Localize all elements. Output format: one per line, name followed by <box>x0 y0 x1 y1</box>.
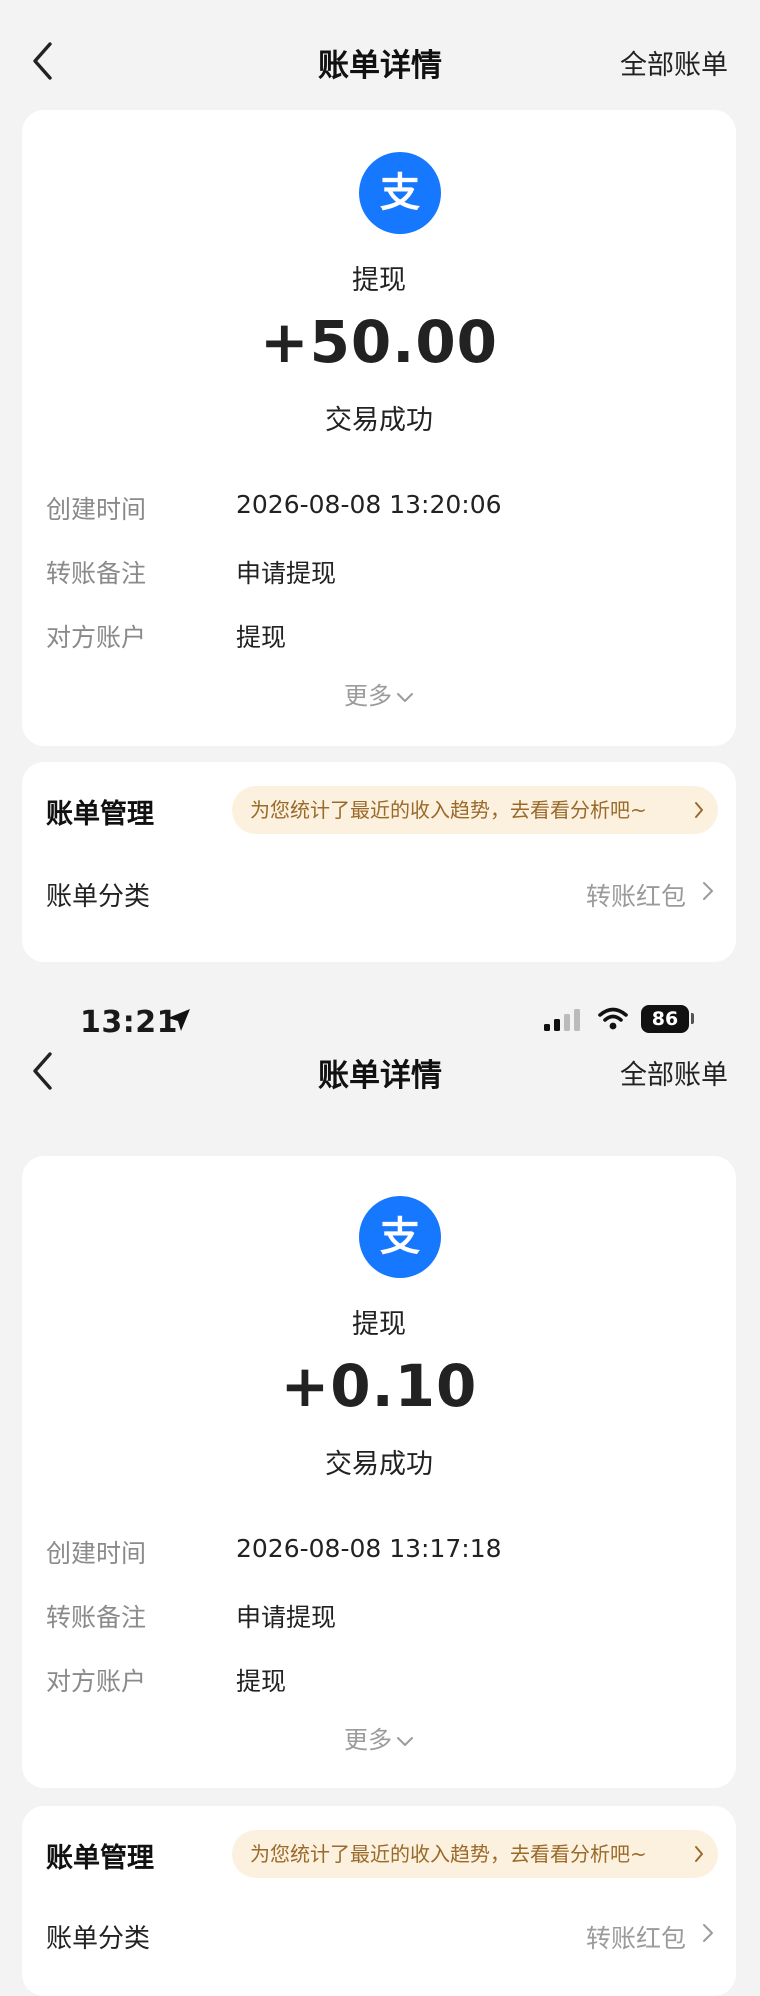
alipay-logo-icon: 支 <box>359 152 441 234</box>
promo-text: 为您统计了最近的收入趋势，去看看分析吧~ <box>250 1842 647 1866</box>
counterparty-value: 提现 <box>236 623 287 652</box>
transfer-note-label: 转账备注 <box>46 559 147 588</box>
bill-category-value[interactable]: 转账红包 <box>586 877 686 913</box>
svg-text:支: 支 <box>380 170 420 216</box>
more-label: 更多 <box>344 682 392 710</box>
screen-1: 账单详情 全部账单 支 提现 +50.00 交易成功 创建时间 2026-08-… <box>0 0 760 962</box>
chevron-down-icon <box>397 1737 413 1746</box>
bill-category-label: 账单分类 <box>46 1924 151 1954</box>
bill-management-card: 账单管理 为您统计了最近的收入趋势，去看看分析吧~ 账单分类 转账红包 <box>22 1806 736 1996</box>
promo-text: 为您统计了最近的收入趋势，去看看分析吧~ <box>250 798 647 822</box>
chevron-down-icon <box>397 693 413 702</box>
counterparty-label: 对方账户 <box>46 623 147 652</box>
created-time-label: 创建时间 <box>46 495 147 524</box>
svg-text:支: 支 <box>380 1214 420 1260</box>
transaction-type: 提现 <box>352 265 406 296</box>
income-trend-promo[interactable]: 为您统计了最近的收入趋势，去看看分析吧~ <box>232 1830 718 1878</box>
chevron-right-icon <box>695 1846 703 1862</box>
transaction-status: 交易成功 <box>325 405 433 436</box>
transaction-summary-card: 支 提现 +0.10 交易成功 创建时间 2026-08-08 13:17:18… <box>22 1156 736 1788</box>
bill-category-label: 账单分类 <box>46 882 151 912</box>
amount: +0.10 <box>280 1352 478 1420</box>
counterparty-value: 提现 <box>236 1667 287 1696</box>
chevron-right-icon[interactable] <box>702 881 714 901</box>
all-bills-link[interactable]: 全部账单 <box>620 1053 728 1092</box>
bill-category-value[interactable]: 转账红包 <box>586 1919 686 1955</box>
created-time-value: 2026-08-08 13:20:06 <box>236 490 502 519</box>
screen-2: 账单详情 全部账单 支 提现 +0.10 交易成功 创建时间 2026-08-0… <box>0 962 760 1996</box>
bill-management-card: 账单管理 为您统计了最近的收入趋势，去看看分析吧~ 账单分类 转账红包 <box>22 762 736 962</box>
nav-bar: 账单详情 全部账单 <box>0 20 760 100</box>
transaction-status: 交易成功 <box>325 1449 433 1480</box>
transfer-note-value: 申请提现 <box>236 1603 337 1632</box>
counterparty-label: 对方账户 <box>46 1667 147 1696</box>
bill-management-title: 账单管理 <box>46 799 154 830</box>
income-trend-promo[interactable]: 为您统计了最近的收入趋势，去看看分析吧~ <box>232 786 718 834</box>
transaction-summary-card: 支 提现 +50.00 交易成功 创建时间 2026-08-08 13:20:0… <box>22 110 736 746</box>
more-button[interactable]: 更多 <box>22 676 736 711</box>
chevron-right-icon <box>695 802 703 818</box>
transfer-note-value: 申请提现 <box>236 559 337 588</box>
chevron-right-icon[interactable] <box>702 1923 714 1943</box>
created-time-label: 创建时间 <box>46 1539 147 1568</box>
nav-bar: 账单详情 全部账单 <box>0 1046 760 1126</box>
transaction-type: 提现 <box>352 1309 406 1340</box>
more-button[interactable]: 更多 <box>22 1720 736 1755</box>
transfer-note-label: 转账备注 <box>46 1603 147 1632</box>
bill-management-title: 账单管理 <box>46 1843 154 1874</box>
amount: +50.00 <box>259 308 499 376</box>
all-bills-link[interactable]: 全部账单 <box>620 43 728 82</box>
more-label: 更多 <box>344 1726 392 1754</box>
created-time-value: 2026-08-08 13:17:18 <box>236 1534 502 1563</box>
alipay-logo-icon: 支 <box>359 1196 441 1278</box>
